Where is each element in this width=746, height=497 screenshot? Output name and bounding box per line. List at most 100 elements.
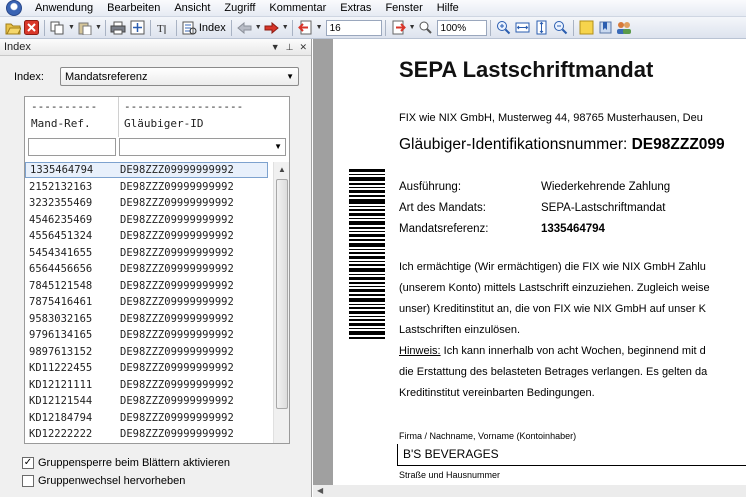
zoom-out-button[interactable] [551,19,570,37]
paste-dropdown-icon[interactable]: ▼ [95,24,102,31]
page-number-field[interactable]: 16 [325,19,382,36]
close-document-button[interactable] [22,19,41,37]
zoom-field[interactable]: 100% [436,19,487,36]
note-button[interactable] [577,19,596,37]
list-item[interactable]: 4546235469 DE98ZZZ09999999992 [25,212,273,229]
zoom-mode-button[interactable] [416,19,435,37]
scroll-left-icon[interactable]: ◀ [317,485,323,497]
mand-ref-cell: 3232355469 [29,197,93,210]
list-item[interactable]: 9796134165 DE98ZZZ09999999992 [25,327,273,344]
menu-zugriff[interactable]: Zugriff [217,0,262,17]
list-item[interactable]: 4556451324 DE98ZZZ09999999992 [25,228,273,245]
list-item[interactable]: 3232355469 DE98ZZZ09999999992 [25,195,273,212]
document-page: SEPA Lastschriftmandat FIX wie NIX GmbH,… [333,39,746,485]
index-button[interactable]: Index [180,19,228,37]
pin-icon[interactable]: ⊥ [286,42,294,53]
open-folder-button[interactable] [3,19,22,37]
list-item[interactable]: 7875416461 DE98ZZZ09999999992 [25,294,273,311]
menu-kommentar[interactable]: Kommentar [262,0,333,17]
list-item[interactable]: 5454341655 DE98ZZZ09999999992 [25,245,273,262]
mand-ref-cell: KD12222222 [29,428,93,441]
list-item[interactable]: 9583032165 DE98ZZZ09999999992 [25,311,273,328]
back-button[interactable] [235,19,254,37]
contacts-button[interactable] [615,19,634,37]
filter-mand-ref-input[interactable] [28,138,116,156]
list-item[interactable]: 2152132163 DE98ZZZ09999999992 [25,179,273,196]
glaeubiger-id-cell: DE98ZZZ09999999992 [120,395,234,408]
toolbar-separator [384,19,386,36]
mand-ref-cell: 4546235469 [29,213,93,226]
hinweis-line: Hinweis: Ich kann innerhalb von acht Woc… [399,345,706,357]
mandatsreferenz-value: 1335464794 [541,223,605,235]
index-label: Index: [14,70,44,83]
fit-height-button[interactable] [532,19,551,37]
list-item[interactable]: 9897613152 DE98ZZZ09999999992 [25,344,273,361]
menu-ansicht[interactable]: Ansicht [167,0,217,17]
panel-title: Index [4,41,31,53]
previous-page-dropdown-icon[interactable]: ▼ [316,24,323,31]
bookmark-button[interactable] [596,19,615,37]
app-logo-icon[interactable] [6,0,22,16]
fit-width-button[interactable] [513,19,532,37]
toolbar-separator [175,19,177,36]
printer-icon [110,21,126,34]
close-icon[interactable]: ✕ [299,42,307,53]
firma-value: B'S BEVERAGES [403,447,499,461]
mand-ref-cell: KD12121544 [29,395,93,408]
forward-button[interactable] [262,19,281,37]
mand-ref-cell: 2152132163 [29,180,93,193]
horizontal-scrollbar[interactable]: ◀ [313,485,746,497]
paste-button[interactable] [75,19,94,37]
menu-fenster[interactable]: Fenster [378,0,429,17]
mand-ref-cell: 5454341655 [29,246,93,259]
document-title: SEPA Lastschriftmandat [399,57,654,82]
glaeubiger-id-cell: DE98ZZZ09999999992 [120,329,234,342]
menu-anwendung[interactable]: Anwendung [28,0,100,17]
gruppenwechsel-checkbox[interactable] [22,475,34,487]
text-select-button[interactable]: T [154,19,173,37]
list-item[interactable]: 6564456656 DE98ZZZ09999999992 [25,261,273,278]
forward-dropdown-icon[interactable]: ▼ [282,24,289,31]
list-rows: 1335464794 DE98ZZZ09999999992 2152132163 DE… [25,162,273,443]
scroll-thumb[interactable] [276,179,288,409]
index-selector-row: Index: Mandatsreferenz ▼ [14,67,299,86]
filter-glaeubiger-id-input[interactable]: ▼ [118,138,286,156]
copy-button[interactable] [48,19,67,37]
magnifier-page-icon [419,21,432,34]
menu-extras[interactable]: Extras [333,0,378,17]
fit-width-icon [515,22,530,33]
next-page-dropdown-icon[interactable]: ▼ [409,24,416,31]
fit-page-button[interactable] [128,19,147,37]
list-item[interactable]: KD12184794 DE98ZZZ09999999992 [25,410,273,427]
next-page-button[interactable] [389,19,408,37]
menu-hilfe[interactable]: Hilfe [430,0,466,17]
menu-bearbeiten[interactable]: Bearbeiten [100,0,167,17]
list-item[interactable]: KD12121544 DE98ZZZ09999999992 [25,393,273,410]
list-item[interactable]: KD12121111 DE98ZZZ09999999992 [25,377,273,394]
list-item[interactable]: 7845121548 DE98ZZZ09999999992 [25,278,273,295]
back-dropdown-icon[interactable]: ▼ [255,24,262,31]
print-button[interactable] [109,19,128,37]
copy-dropdown-icon[interactable]: ▼ [68,24,75,31]
gruppensperre-checkbox-row[interactable]: ✓ Gruppensperre beim Blättern aktivieren [22,457,230,469]
gruppensperre-checkbox[interactable]: ✓ [22,457,34,469]
column-header-glaeubiger-id[interactable]: Gläubiger-ID [124,117,203,130]
list-item[interactable]: 1335464794 DE98ZZZ09999999992 [25,162,273,179]
previous-page-button[interactable] [296,19,315,37]
vertical-scrollbar[interactable]: ▲ [273,162,289,443]
list-item[interactable]: KD11222455 DE98ZZZ09999999992 [25,360,273,377]
panel-header: Index ▼ ⊥ ✕ [0,39,311,56]
creditor-id-value: DE98ZZZ099 [631,136,725,153]
zoom-in-button[interactable] [494,19,513,37]
filter-dropdown-icon[interactable]: ▼ [274,142,282,151]
list-item[interactable]: KD12222222 DE98ZZZ09999999992 [25,426,273,443]
panel-menu-icon[interactable]: ▼ [271,42,280,53]
scroll-up-icon[interactable]: ▲ [274,162,289,178]
column-divider[interactable] [118,97,119,137]
gruppenwechsel-checkbox-row[interactable]: Gruppenwechsel hervorheben [22,475,185,487]
column-header-mand-ref[interactable]: Mand-Ref. [31,117,91,130]
index-select[interactable]: Mandatsreferenz ▼ [60,67,299,86]
creditor-address: FIX wie NIX GmbH, Musterweg 44, 98765 Mu… [399,112,703,124]
glaeubiger-id-cell: DE98ZZZ09999999992 [120,312,234,325]
index-list: ---------- ------------------ Mand-Ref. … [24,96,290,444]
